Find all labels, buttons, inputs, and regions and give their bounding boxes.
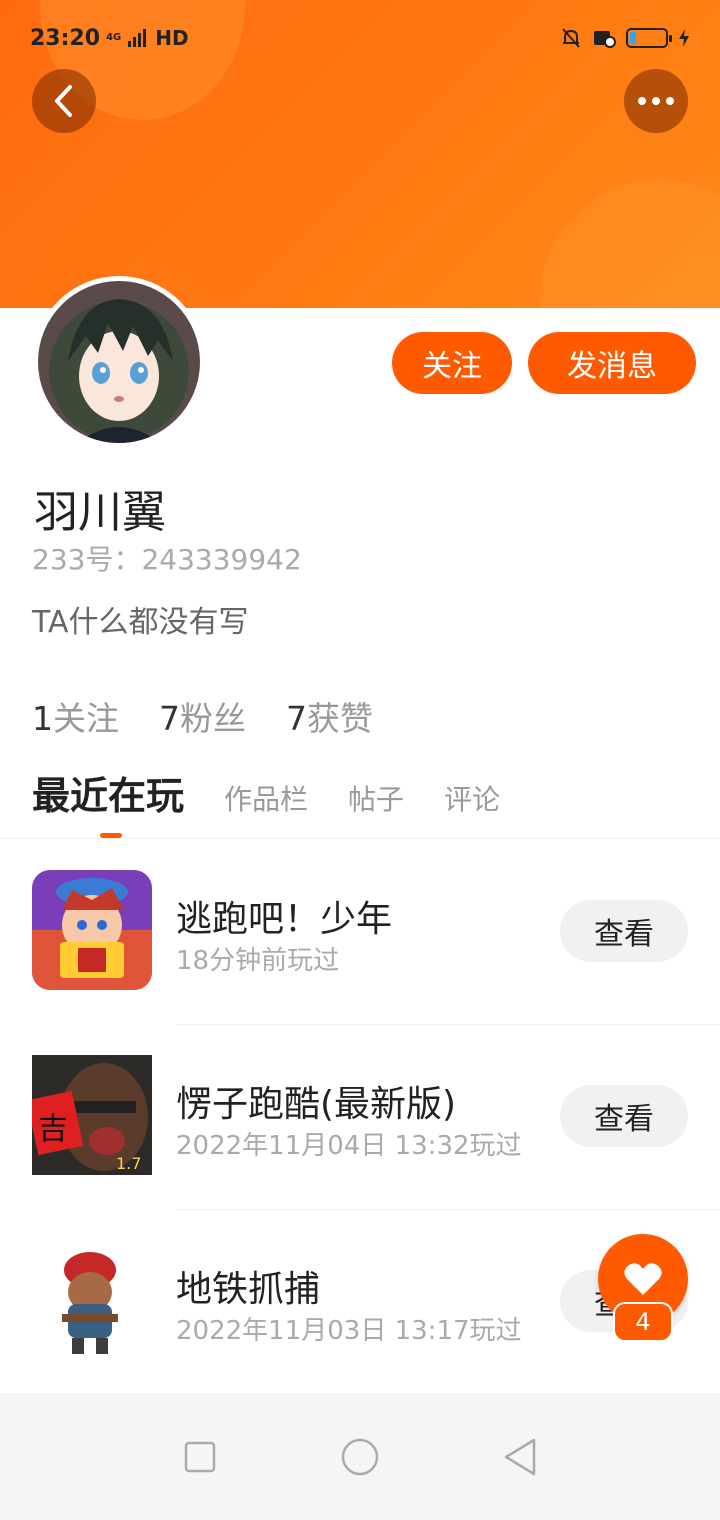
system-nav-bar: [0, 1393, 720, 1520]
tab-posts[interactable]: 帖子: [348, 778, 404, 828]
game-title: 逃跑吧！少年: [176, 899, 393, 940]
tabs-divider: [0, 838, 720, 839]
stat-fans[interactable]: 7粉丝: [159, 692, 246, 740]
more-options-button[interactable]: [624, 69, 688, 133]
game-title: 地铁抓捕: [176, 1269, 321, 1310]
user-id: 233号：243339942: [32, 543, 302, 576]
follow-button[interactable]: 关注: [392, 332, 512, 394]
message-button[interactable]: 发消息: [528, 332, 696, 394]
circle-icon: [341, 1438, 379, 1475]
user-bio: TA什么都没有写: [32, 605, 249, 640]
home-button[interactable]: [330, 1427, 390, 1487]
list-item[interactable]: 逃跑吧！少年 18分钟前玩过 查看: [0, 840, 720, 1025]
tab-recently-played[interactable]: 最近在玩: [32, 765, 184, 838]
icon-version: 1.7: [116, 1154, 141, 1173]
stat-likes[interactable]: 7获赞: [286, 692, 373, 740]
icon-char: 吉: [38, 1112, 68, 1147]
signal-icon: [128, 29, 147, 47]
last-played-time: 2022年11月04日 13:32玩过: [176, 1131, 522, 1161]
like-count-badge: 4: [613, 1302, 673, 1342]
view-button[interactable]: 查看: [560, 900, 688, 962]
triangle-back-icon: [504, 1438, 536, 1475]
list-item[interactable]: 吉 1.7 愣子跑酷(最新版) 2022年11月04日 13:32玩过 查看: [0, 1025, 720, 1210]
view-button[interactable]: 查看: [560, 1085, 688, 1147]
tab-works[interactable]: 作品栏: [224, 778, 308, 828]
anime-avatar-image: [38, 281, 200, 443]
game-icon: 吉 1.7: [32, 1055, 152, 1175]
heart-icon: [624, 1263, 662, 1295]
sim-icon: [594, 31, 616, 48]
profile-page: 23:20 4G HD 关注 发消息 羽川翼 233号：243339942 TA…: [0, 0, 720, 1520]
tab-comments[interactable]: 评论: [444, 778, 500, 828]
stat-following[interactable]: 1关注: [32, 692, 119, 740]
hd-indicator: HD: [155, 26, 189, 50]
battery-icon: [626, 28, 672, 48]
profile-tabs: 最近在玩 作品栏 帖子 评论: [32, 765, 540, 838]
square-icon: [184, 1441, 216, 1472]
mute-bell-icon: [562, 28, 580, 48]
back-button[interactable]: [32, 69, 96, 133]
status-bar: 23:20 4G HD: [30, 22, 690, 54]
back-nav-button[interactable]: [490, 1427, 550, 1487]
game-icon: [32, 1240, 152, 1360]
status-time: 23:20: [30, 25, 101, 51]
network-indicator: 4G: [106, 32, 122, 43]
avatar[interactable]: [33, 276, 205, 448]
last-played-time: 2022年11月03日 13:17玩过: [176, 1316, 522, 1346]
profile-stats: 1关注 7粉丝 7获赞: [32, 692, 373, 740]
username: 羽川翼: [34, 487, 166, 538]
game-icon: [32, 870, 152, 990]
chevron-left-icon: [55, 85, 72, 117]
last-played-time: 18分钟前玩过: [176, 946, 340, 976]
charging-icon: [679, 29, 689, 47]
recent-apps-button[interactable]: [170, 1427, 230, 1487]
game-title: 愣子跑酷(最新版): [176, 1084, 457, 1125]
more-dots-icon: [638, 97, 674, 105]
